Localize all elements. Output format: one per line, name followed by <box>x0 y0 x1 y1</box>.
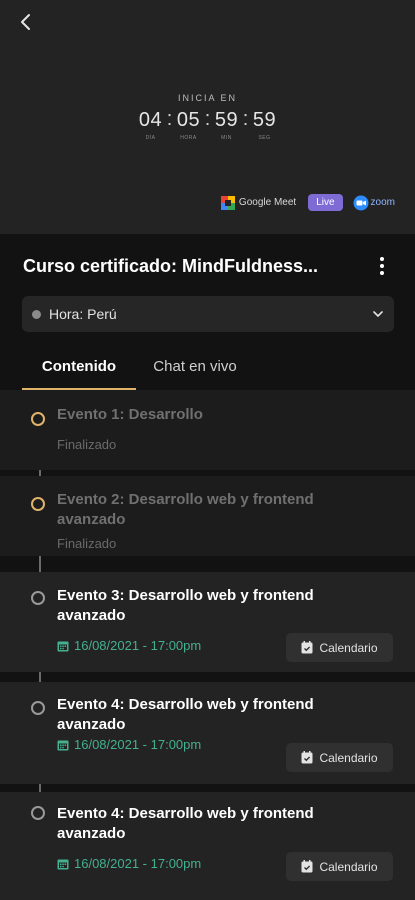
countdown-days: 04 DÍA <box>137 108 165 141</box>
countdown-days-value: 04 <box>138 109 163 131</box>
event-date: 16/08/2021 - 17:00pm <box>57 737 201 752</box>
calendar-button-label: Calendario <box>319 859 378 874</box>
countdown-separator: : <box>166 108 173 130</box>
countdown-hours-value: 05 <box>176 109 201 131</box>
event-card[interactable]: Evento 4: Desarrollo web y frontend avan… <box>0 792 415 900</box>
calendar-icon <box>57 859 69 869</box>
countdown-minutes-value: 59 <box>214 109 239 131</box>
countdown-minutes-label: MIN <box>221 135 232 141</box>
timeline-node <box>31 701 45 715</box>
event-date-text: 16/08/2021 - 17:00pm <box>74 856 202 871</box>
countdown-separator: : <box>242 108 249 130</box>
add-to-calendar-button[interactable]: Calendario <box>286 633 393 662</box>
event-hero: INICIA EN 04 DÍA : 05 HORA : 59 MIN : 59… <box>0 0 415 234</box>
calendar-check-icon <box>301 860 313 873</box>
countdown-timer: 04 DÍA : 05 HORA : 59 MIN : 59 SEG <box>0 108 415 141</box>
globe-icon <box>32 309 41 319</box>
event-title: Evento 2: Desarrollo web y frontend avan… <box>57 491 314 528</box>
tab-contenido[interactable]: Contenido <box>22 348 136 390</box>
course-title: Curso certificado: MindFuldness... <box>23 256 319 276</box>
timezone-value: Hora: Perú <box>49 306 117 322</box>
countdown-seconds-label: SEG <box>258 135 271 141</box>
google-meet-icon <box>220 195 235 210</box>
event-date-text: 16/08/2021 - 17:00pm <box>74 737 202 752</box>
timeline-node <box>31 591 45 605</box>
google-meet-label: Google Meet <box>238 197 297 208</box>
calendar-button-label: Calendario <box>319 750 378 765</box>
event-date: 16/08/2021 - 17:00pm <box>57 856 201 871</box>
zoom-label: zoom <box>370 197 395 208</box>
countdown-minutes: 59 MIN <box>213 108 241 141</box>
event-title: Evento 4: Desarrollo web y frontend avan… <box>57 696 314 733</box>
countdown-hours: 05 HORA <box>175 108 203 141</box>
event-title: Evento 4: Desarrollo web y frontend avan… <box>57 805 314 842</box>
calendar-button-label: Calendario <box>319 640 378 655</box>
add-to-calendar-button[interactable]: Calendario <box>286 852 393 881</box>
event-card[interactable]: Evento 4: Desarrollo web y frontend avan… <box>0 682 415 784</box>
back-arrow-icon <box>21 14 30 30</box>
zoom-icon <box>353 195 369 210</box>
event-card[interactable]: Evento 3: Desarrollo web y frontend avan… <box>0 572 415 672</box>
timezone-dropdown[interactable]: Hora: Perú <box>22 296 394 332</box>
event-date: 16/08/2021 - 17:00pm <box>57 638 201 653</box>
back-button[interactable] <box>14 10 38 34</box>
event-status: Finalizado <box>57 536 117 551</box>
timeline-node <box>31 497 45 511</box>
content-tabs: Contenido Chat en vivo <box>22 348 394 390</box>
platform-logos: Google Meet Live zoom <box>220 194 395 211</box>
countdown-seconds: 59 SEG <box>251 108 279 141</box>
countdown-hours-label: HORA <box>180 135 197 141</box>
event-title: Evento 1: Desarrollo <box>57 406 203 423</box>
event-card[interactable]: Evento 2: Desarrollo web y frontend avan… <box>0 476 415 556</box>
zoom-logo: zoom <box>353 195 395 211</box>
calendar-icon <box>57 740 69 750</box>
starts-in-label: INICIA EN <box>177 93 237 103</box>
calendar-check-icon <box>301 641 313 654</box>
countdown-days-label: DÍA <box>145 135 156 141</box>
event-title: Evento 3: Desarrollo web y frontend avan… <box>57 587 314 624</box>
kebab-menu-icon <box>380 257 384 275</box>
tab-chat-en-vivo[interactable]: Chat en vivo <box>136 348 254 388</box>
event-card[interactable]: Evento 1: Desarrollo Finalizado <box>0 390 415 470</box>
timeline-node <box>31 412 45 426</box>
more-options-button[interactable] <box>372 255 392 277</box>
timeline-node <box>31 806 45 820</box>
event-date-text: 16/08/2021 - 17:00pm <box>74 638 202 653</box>
live-badge: Live <box>308 194 343 211</box>
countdown-separator: : <box>204 108 211 130</box>
add-to-calendar-button[interactable]: Calendario <box>286 743 393 772</box>
chevron-down-icon <box>373 311 383 317</box>
countdown-seconds-value: 59 <box>252 109 277 131</box>
calendar-icon <box>57 641 69 651</box>
event-list: Evento 1: Desarrollo Finalizado Evento 2… <box>0 390 415 900</box>
event-status: Finalizado <box>57 437 117 452</box>
google-meet-logo: Google Meet <box>220 195 297 210</box>
calendar-check-icon <box>301 751 313 764</box>
